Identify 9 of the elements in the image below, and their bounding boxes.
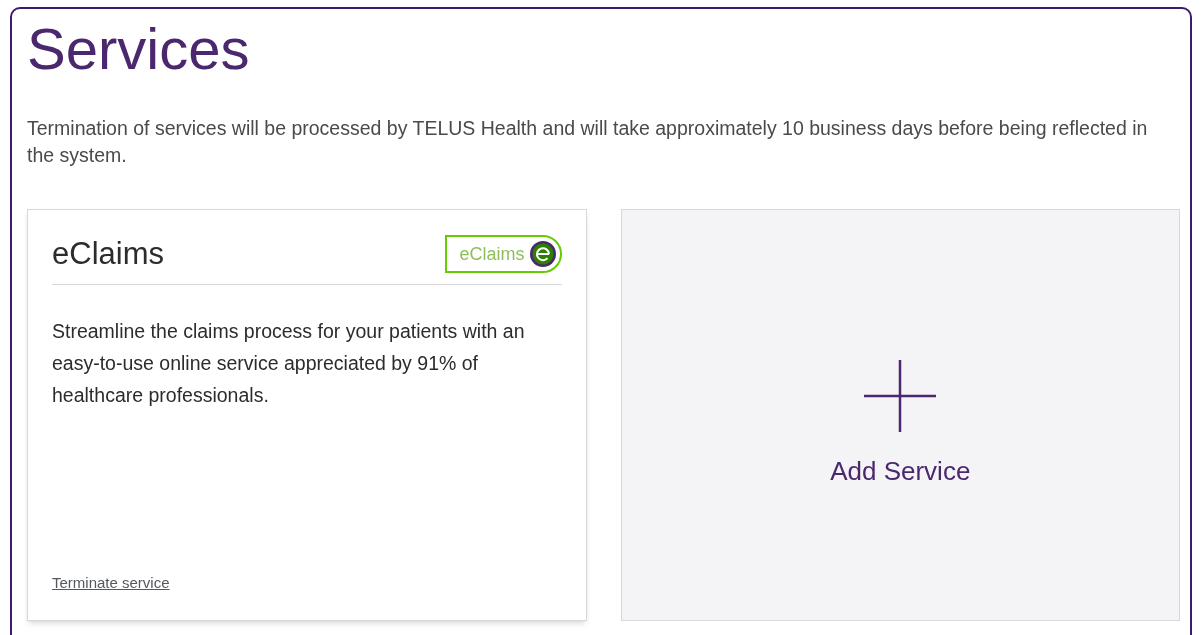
terminate-service-link[interactable]: Terminate service: [52, 571, 170, 594]
notice-text: Termination of services will be processed by TELUS Health and will take approximately 10 business days before being reflected in the system.: [27, 116, 1149, 168]
e-circle-icon: [528, 240, 557, 268]
card-description: Streamline the claims process for your patients with an easy-to-use online service appreciated by 91% of healthcare professionals.: [52, 319, 526, 408]
plus-icon: [864, 359, 937, 432]
eclaims-logo: eClaims: [445, 235, 562, 273]
page-title: Services: [27, 17, 250, 81]
add-service-button[interactable]: Add Service: [620, 209, 1180, 621]
card-title: eClaims: [52, 235, 164, 273]
